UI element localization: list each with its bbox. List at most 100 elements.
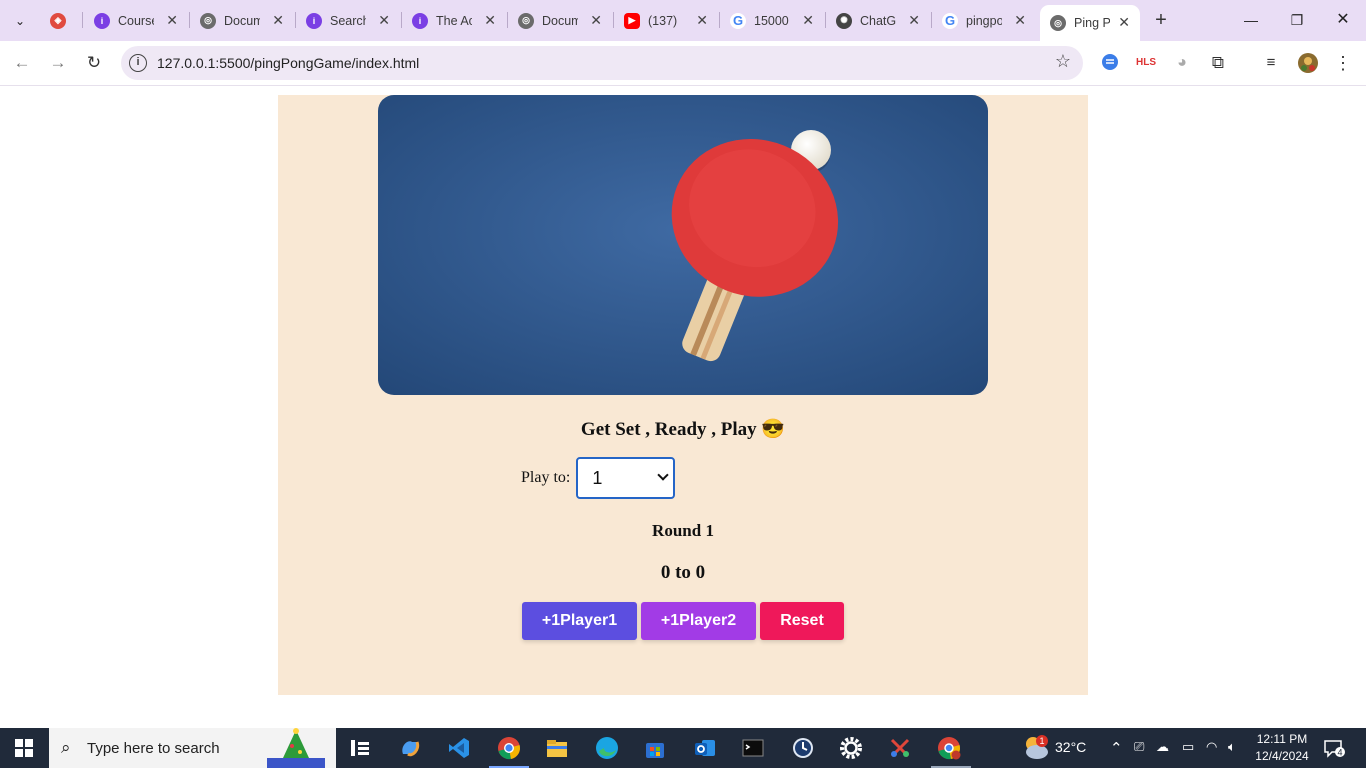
url-text[interactable]: 127.0.0.1:5500/pingPongGame/index.html — [157, 55, 419, 71]
tab-title: Docum — [542, 13, 578, 28]
svg-text:4: 4 — [1337, 748, 1342, 758]
outlook-icon[interactable] — [693, 736, 717, 760]
close-tab-icon[interactable]: ✕ — [802, 12, 814, 29]
close-tab-icon[interactable]: ✕ — [1014, 12, 1026, 29]
site-favicon-icon: ◈ — [50, 12, 66, 29]
back-button[interactable]: ← — [10, 52, 34, 74]
google-icon: G — [730, 12, 746, 29]
tab-separator — [82, 12, 83, 28]
snip-tool-icon[interactable] — [888, 736, 912, 760]
reset-button[interactable]: Reset — [760, 602, 844, 640]
play-to-row: Play to: 1 — [521, 457, 676, 499]
svg-text:1: 1 — [1039, 736, 1044, 746]
tab-9[interactable]: G pingpo ✕ — [932, 6, 1036, 35]
play-to-select[interactable]: 1 — [576, 457, 676, 499]
notification-icon: 4 — [1324, 740, 1345, 758]
chatgpt-icon: ✺ — [836, 12, 852, 29]
volume-icon[interactable]: 🔈︎ — [1228, 739, 1236, 755]
weather-temperature: 32°C — [1055, 739, 1087, 755]
new-tab-button[interactable]: + — [1151, 9, 1171, 31]
minimize-button[interactable]: — — [1241, 9, 1261, 31]
copilot-icon[interactable] — [398, 736, 422, 760]
tab-8[interactable]: ✺ ChatG ✕ — [826, 6, 930, 35]
tab-strip: ⌄ ◈ i Course ✕ ◎ Docum ✕ i Search ✕ i Th… — [0, 0, 1366, 41]
game-container: Get Set , Ready , Play 😎 Play to: 1 Roun… — [278, 95, 1088, 695]
search-placeholder: Type here to search — [87, 740, 220, 757]
close-tab-icon[interactable]: ✕ — [696, 12, 708, 29]
close-tab-icon[interactable]: ✕ — [166, 12, 178, 29]
avatar-icon — [1298, 53, 1318, 73]
tab-5[interactable]: ◎ Docum ✕ — [508, 6, 612, 35]
tab-title: Docum — [224, 13, 260, 28]
menu-kebab-icon[interactable]: ⋮ — [1334, 53, 1352, 73]
tab-title: The Ac — [436, 13, 472, 28]
tab-title: 15000 — [754, 13, 789, 28]
tab-1[interactable]: i Course ✕ — [84, 6, 188, 35]
chrome-icon[interactable] — [497, 736, 521, 760]
close-tab-icon[interactable]: ✕ — [908, 12, 920, 29]
bookmark-star-icon[interactable]: ☆ — [1055, 51, 1071, 72]
onedrive-icon[interactable]: ☁ — [1156, 739, 1169, 755]
tab-title: Course — [118, 13, 154, 28]
close-tab-icon[interactable]: ✕ — [272, 12, 284, 29]
tab-search-button[interactable]: ⌄ — [8, 9, 32, 33]
extension-puzzle-icon[interactable]: ◕ — [1172, 53, 1192, 73]
weather-widget[interactable]: 1 — [1022, 734, 1050, 765]
forward-button[interactable]: → — [46, 52, 70, 74]
search-icon: ⌕ — [61, 738, 71, 757]
windows-taskbar: ⌕ Type here to search 1 32°C ⌃ ⎚ ☁ ▭ ◠ 🔈… — [0, 728, 1366, 768]
chevron-up-icon[interactable]: ⌃ — [1110, 739, 1123, 757]
close-tab-icon[interactable]: ✕ — [590, 12, 602, 29]
chevron-down-icon — [657, 469, 670, 481]
close-tab-icon[interactable]: ✕ — [1118, 14, 1130, 31]
vscode-icon[interactable] — [447, 736, 471, 760]
reload-button[interactable]: ↻ — [82, 52, 106, 74]
site-favicon-icon: i — [94, 12, 110, 29]
clock-app-icon[interactable] — [791, 736, 815, 760]
tab-0[interactable]: ◈ — [40, 6, 80, 35]
task-view-icon[interactable] — [348, 736, 372, 760]
tab-4[interactable]: i The Ac ✕ — [402, 6, 506, 35]
close-window-button[interactable]: ✕ — [1333, 9, 1353, 31]
edge-icon[interactable] — [595, 736, 619, 760]
chevron-down-icon: ⌄ — [14, 14, 26, 28]
notifications-button[interactable]: 4 — [1323, 738, 1345, 758]
player1-button[interactable]: +1Player1 — [522, 602, 637, 640]
tab-6[interactable]: ▶ (137) ✕ — [614, 6, 718, 35]
ping-pong-paddle-image — [378, 95, 988, 395]
clock-date: 12/4/2024 — [1255, 749, 1309, 763]
tab-title: ChatG — [860, 13, 896, 28]
battery-icon[interactable]: ▭ — [1182, 739, 1194, 755]
taskbar-search[interactable]: ⌕ Type here to search — [49, 728, 336, 768]
page-heading: Get Set , Ready , Play 😎 — [580, 419, 786, 440]
terminal-icon[interactable] — [741, 736, 765, 760]
site-info-icon[interactable]: i — [129, 54, 147, 72]
youtube-icon: ▶ — [624, 12, 640, 29]
extension-icon[interactable] — [1100, 53, 1120, 73]
close-tab-icon[interactable]: ✕ — [484, 12, 496, 29]
media-control-icon[interactable]: ≡ — [1261, 53, 1281, 73]
tab-3[interactable]: i Search ✕ — [296, 6, 400, 35]
file-explorer-icon[interactable] — [545, 736, 569, 760]
tab-active[interactable]: ◎ Ping P ✕ — [1040, 5, 1140, 41]
meet-now-icon[interactable]: ⎚ — [1134, 739, 1144, 755]
tab-2[interactable]: ◎ Docum ✕ — [190, 6, 294, 35]
extensions-icon[interactable]: ⧉ — [1208, 53, 1228, 73]
microsoft-store-icon[interactable] — [643, 736, 667, 760]
chrome-profile-icon[interactable] — [937, 736, 961, 760]
hls-extension-icon[interactable]: HLS — [1134, 53, 1158, 73]
globe-icon: ◎ — [1050, 15, 1066, 31]
system-clock[interactable]: 12:11 PM 12/4/2024 — [1247, 731, 1317, 765]
address-bar[interactable]: i 127.0.0.1:5500/pingPongGame/index.html… — [121, 46, 1083, 80]
restore-button[interactable]: ❐ — [1287, 9, 1307, 31]
close-tab-icon[interactable]: ✕ — [378, 12, 390, 29]
player2-button[interactable]: +1Player2 — [641, 602, 756, 640]
wifi-icon[interactable]: ◠ — [1206, 739, 1217, 755]
ping-pong-image — [378, 95, 988, 395]
start-button[interactable] — [0, 728, 48, 768]
site-favicon-icon: i — [412, 12, 428, 29]
google-icon: G — [942, 12, 958, 29]
tab-7[interactable]: G 15000 ✕ — [720, 6, 824, 35]
profile-avatar[interactable] — [1297, 53, 1319, 73]
settings-gear-icon[interactable] — [839, 736, 863, 760]
